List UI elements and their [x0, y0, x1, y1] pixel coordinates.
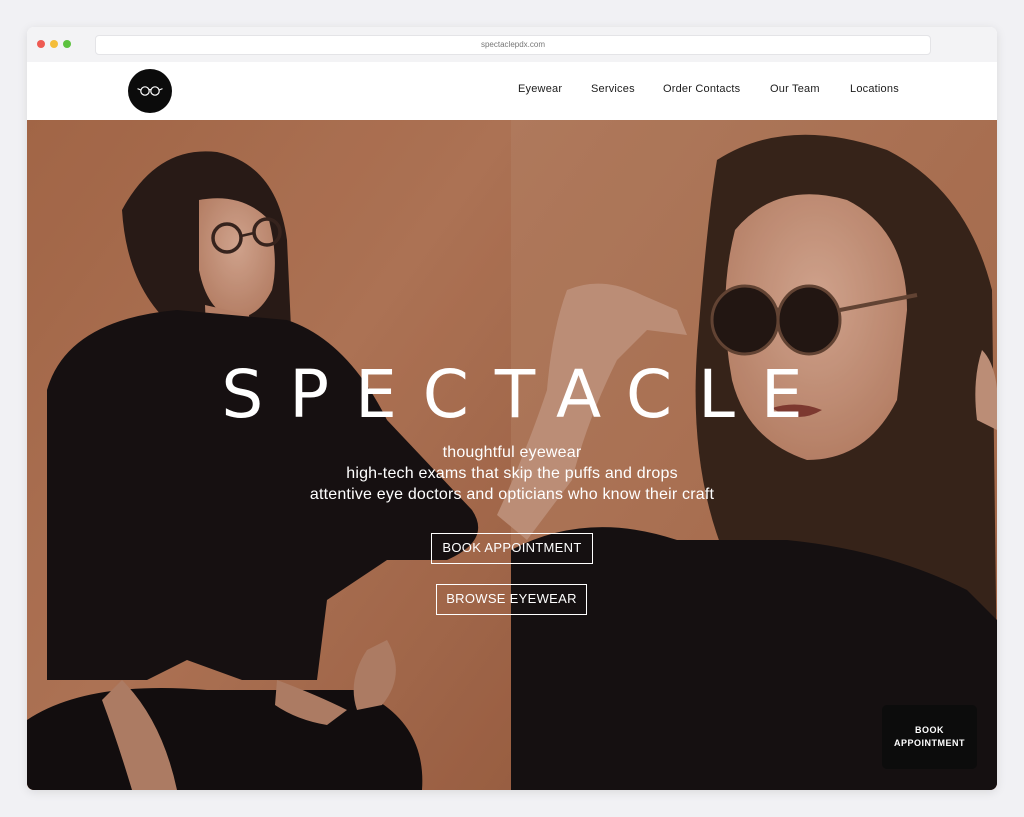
- book-appointment-button[interactable]: BOOK APPOINTMENT: [431, 533, 593, 564]
- browse-eyewear-button[interactable]: BROWSE EYEWEAR: [436, 584, 587, 615]
- nav-item-services[interactable]: Services: [591, 83, 635, 95]
- nav-item-locations[interactable]: Locations: [850, 83, 899, 95]
- hero-tagline-1: thoughtful eyewear: [442, 444, 582, 461]
- hero-brand-title: SPECTACLE: [221, 356, 829, 433]
- address-bar[interactable]: spectaclepdx.com: [95, 35, 931, 55]
- nav-item-order-contacts[interactable]: Order Contacts: [663, 83, 740, 95]
- nav-item-our-team[interactable]: Our Team: [770, 83, 820, 95]
- maximize-window-button[interactable]: [63, 40, 71, 48]
- floating-book-appointment-button[interactable]: BOOK APPOINTMENT: [882, 705, 977, 769]
- spectacles-logo-icon[interactable]: [128, 69, 172, 113]
- nav-item-eyewear[interactable]: Eyewear: [518, 83, 562, 95]
- hero-tagline-3: attentive eye doctors and opticians who …: [309, 486, 715, 503]
- minimize-window-button[interactable]: [50, 40, 58, 48]
- floating-book-line-2: APPOINTMENT: [893, 738, 965, 748]
- site-header: Eyewear Services Order Contacts Our Team…: [27, 62, 997, 120]
- hero-tagline-2: high-tech exams that skip the puffs and …: [346, 465, 678, 482]
- close-window-button[interactable]: [37, 40, 45, 48]
- browser-chrome: spectaclepdx.com: [27, 27, 997, 63]
- floating-book-line-1: BOOK: [915, 725, 944, 735]
- browser-window: spectaclepdx.com Eyewear Services Order …: [27, 27, 997, 790]
- hero-section: SPECTACLE thoughtful eyewear high-tech e…: [27, 120, 997, 790]
